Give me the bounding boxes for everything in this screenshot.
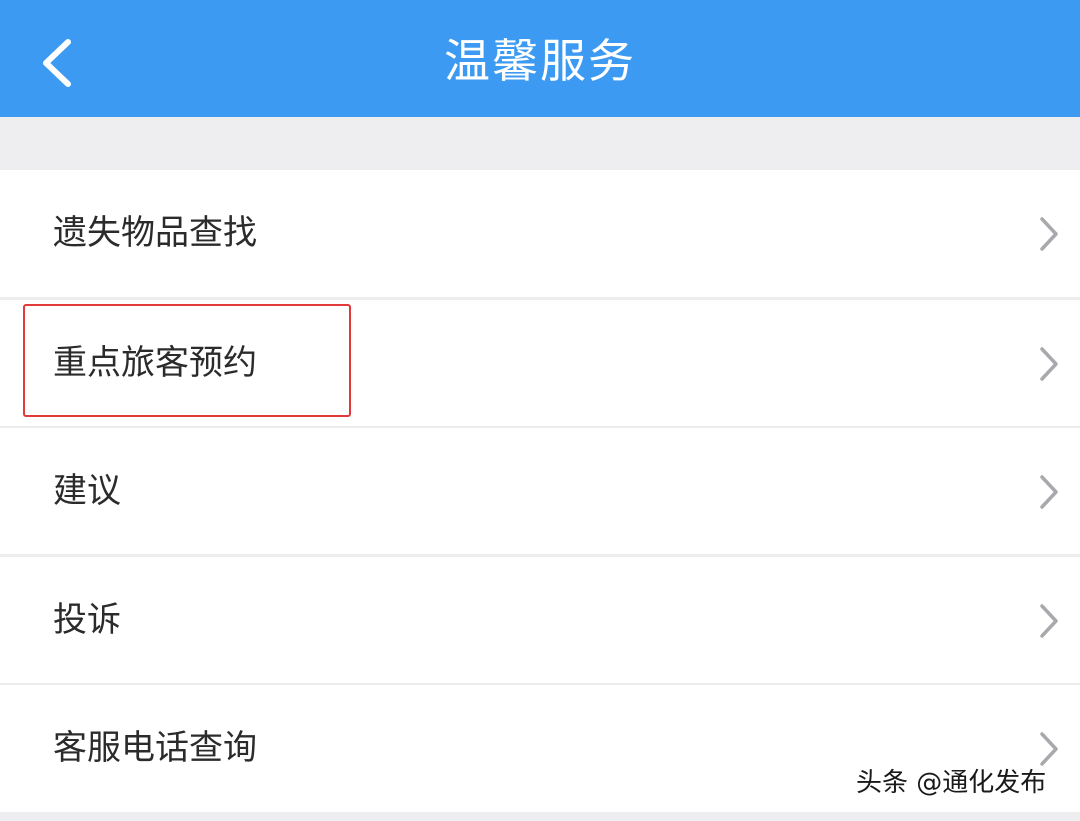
top-bar: 温馨服务 <box>0 0 1080 117</box>
menu-item-label: 客服电话查询 <box>53 728 257 768</box>
chevron-right-icon <box>1036 601 1062 641</box>
menu-item-label: 投诉 <box>53 600 121 640</box>
page-title: 温馨服务 <box>444 34 636 88</box>
menu-item-lost-items[interactable]: 遗失物品查找 <box>0 170 1080 297</box>
menu-item-priority-passenger-booking[interactable]: 重点旅客预约 <box>0 300 1080 427</box>
chevron-right-icon <box>1036 214 1062 254</box>
watermark: 头条 @通化发布 <box>856 768 1047 798</box>
service-menu: 遗失物品查找 重点旅客预约 建议 投诉 客服电话查询 <box>0 170 1080 812</box>
menu-item-suggestion[interactable]: 建议 <box>0 428 1080 555</box>
menu-item-label: 建议 <box>53 471 121 511</box>
section-gap <box>0 117 1080 170</box>
chevron-right-icon <box>1036 472 1062 512</box>
menu-item-label: 重点旅客预约 <box>53 343 257 383</box>
menu-item-label: 遗失物品查找 <box>53 213 257 253</box>
bottom-gap <box>0 812 1080 821</box>
chevron-right-icon <box>1036 344 1062 384</box>
menu-item-complaint[interactable]: 投诉 <box>0 557 1080 684</box>
